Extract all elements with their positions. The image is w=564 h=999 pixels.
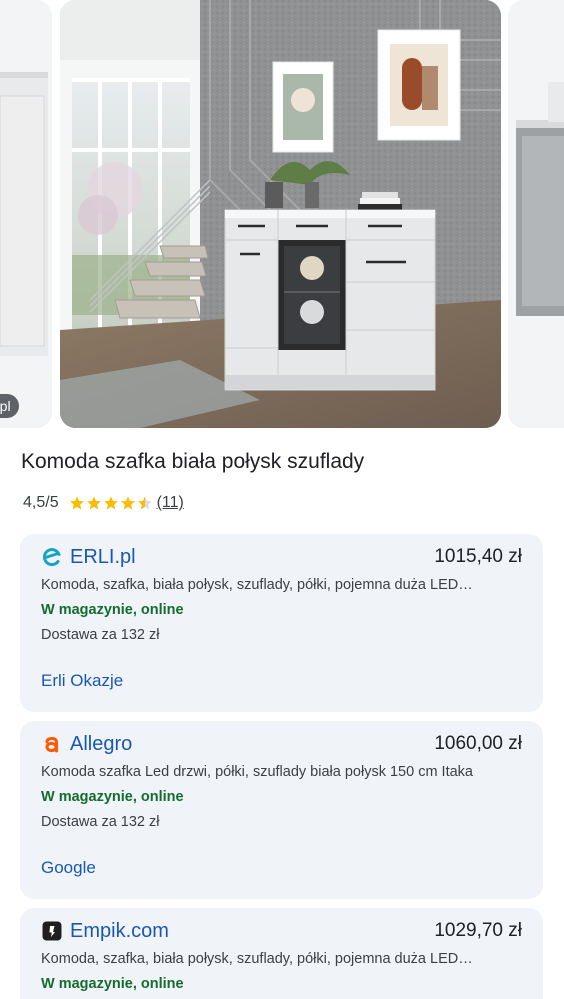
main-product-image[interactable] [60,0,501,428]
product-image-carousel[interactable]: RLI.pl [0,0,564,430]
stock-status: W magazynie, online [41,789,184,805]
stock-status: W magazynie, online [41,976,184,992]
merchant-name-link[interactable]: Empik.com [70,920,169,943]
offer-price: 1060,00 zł [434,733,522,754]
offer-price: 1015,40 zł [434,546,522,567]
rating-row: 4,5/5 (11) [23,492,184,514]
erli-logo-icon [41,546,63,568]
offer-source-link[interactable]: Erli Okazje [41,671,123,691]
review-count-link[interactable]: (11) [157,494,184,512]
star-full-icon [103,496,118,510]
offer-source-link[interactable]: Google [41,858,96,878]
stock-status: W magazynie, online [41,602,184,618]
merchant-row: Allegro 1060,00 zł [41,731,522,757]
product-title: Komoda szafka biała połysk szuflady [21,450,365,473]
offer-description: Komoda szafka Led drzwi, półki, szuflady… [41,764,473,780]
star-full-icon [120,496,135,510]
offer-card[interactable]: Empik.com 1029,70 zł Komoda, szafka, bia… [20,908,543,999]
star-half-icon [137,496,152,510]
allegro-logo-icon [41,733,63,755]
offer-card[interactable]: ERLI.pl 1015,40 zł Komoda, szafka, biała… [20,534,543,712]
delivery-info: Dostawa za 132 zł [41,627,160,643]
merchant-row: ERLI.pl 1015,40 zł [41,544,522,570]
merchant-row: Empik.com 1029,70 zł [41,918,522,944]
star-full-icon [86,496,101,510]
empik-logo-icon [41,920,63,942]
delivery-info: Dostawa za 132 zł [41,814,160,830]
offer-card[interactable]: Allegro 1060,00 zł Komoda szafka Led drz… [20,721,543,899]
star-rating [69,495,153,511]
merchant-name-link[interactable]: Allegro [70,733,132,756]
merchant-name-link[interactable]: ERLI.pl [70,546,136,569]
next-product-image[interactable] [508,0,564,428]
offer-price: 1029,70 zł [434,920,522,941]
star-full-icon [69,496,84,510]
previous-product-image[interactable]: RLI.pl [0,0,52,428]
offer-description: Komoda, szafka, biała połysk, szuflady, … [41,951,473,967]
offer-description: Komoda, szafka, biała połysk, szuflady, … [41,577,473,593]
rating-value: 4,5/5 [23,494,59,511]
